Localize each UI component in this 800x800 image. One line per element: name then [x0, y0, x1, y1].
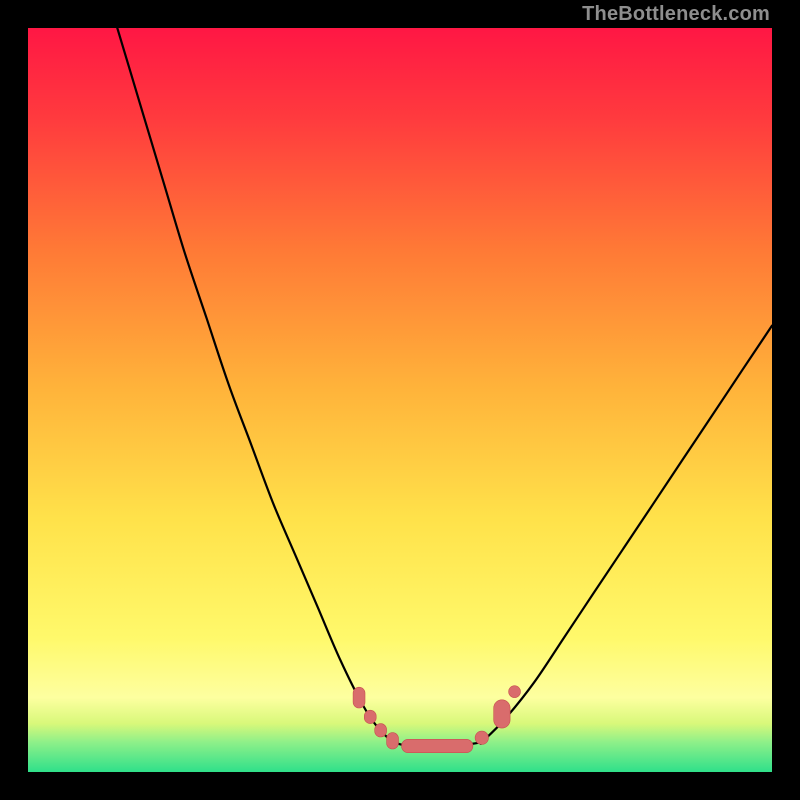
- valley-marker: [375, 724, 387, 737]
- plot-area: [28, 28, 772, 772]
- valley-marker: [387, 733, 399, 749]
- valley-marker: [402, 739, 473, 752]
- valley-markers: [353, 686, 520, 753]
- valley-marker: [509, 686, 521, 698]
- valley-marker: [475, 731, 488, 744]
- bottleneck-curve: [117, 28, 772, 747]
- chart-stage: TheBottleneck.com: [0, 0, 800, 800]
- curve-path: [117, 28, 772, 747]
- valley-marker: [353, 687, 365, 708]
- valley-marker: [494, 700, 510, 728]
- valley-marker: [364, 710, 376, 723]
- curve-layer: [28, 28, 772, 772]
- watermark-text: TheBottleneck.com: [582, 3, 770, 26]
